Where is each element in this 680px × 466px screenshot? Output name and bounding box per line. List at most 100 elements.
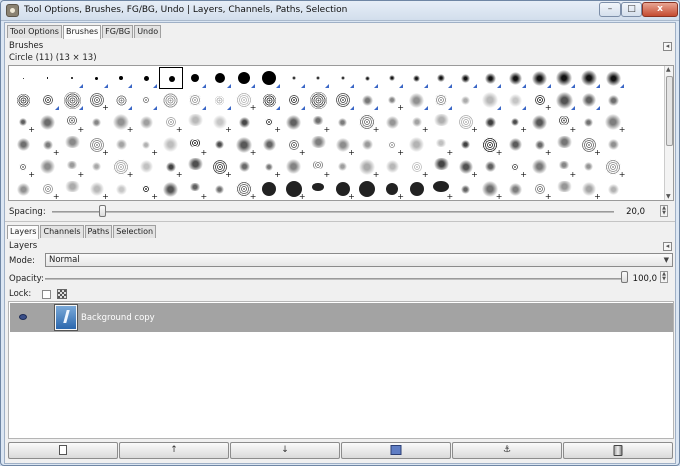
opacity-slider-track[interactable] — [45, 278, 625, 280]
brush-preview[interactable] — [601, 67, 625, 89]
spacing-slider-handle[interactable] — [98, 205, 106, 217]
brush-preview[interactable] — [528, 156, 552, 178]
brush-preview[interactable] — [134, 156, 158, 178]
brush-preview[interactable] — [454, 67, 478, 89]
brush-preview[interactable] — [380, 67, 404, 89]
brush-preview[interactable] — [478, 67, 502, 89]
brush-preview[interactable]: + — [355, 156, 379, 178]
brush-preview[interactable]: + — [380, 178, 404, 200]
raise-layer-button[interactable]: ↑ — [119, 442, 229, 459]
brush-preview[interactable]: + — [134, 178, 158, 200]
brush-preview[interactable]: + — [232, 178, 256, 200]
brush-preview[interactable]: + — [503, 111, 527, 134]
tab-undo[interactable]: Undo — [134, 25, 162, 38]
brush-preview[interactable] — [355, 134, 379, 156]
opacity-spin-icon[interactable]: ▲ ▼ — [660, 271, 668, 283]
brush-preview[interactable] — [257, 67, 281, 89]
brush-preview[interactable]: + — [478, 178, 502, 200]
brush-preview[interactable] — [11, 178, 35, 200]
brush-preview[interactable]: + — [85, 134, 109, 156]
brush-preview[interactable] — [183, 89, 207, 111]
brush-preview[interactable] — [36, 67, 60, 89]
brush-preview[interactable] — [183, 156, 207, 178]
brush-preview[interactable] — [208, 89, 232, 111]
tab-brushes[interactable]: Brushes — [62, 25, 102, 39]
brush-preview[interactable]: + — [601, 111, 625, 134]
brush-preview[interactable] — [552, 89, 576, 111]
brush-preview[interactable] — [36, 156, 60, 178]
brush-preview[interactable]: + — [282, 178, 306, 200]
brush-preview[interactable] — [257, 134, 281, 156]
brush-preview[interactable] — [109, 178, 133, 200]
brushes-panel-menu-icon[interactable]: ◂ — [663, 42, 672, 51]
brush-preview[interactable] — [503, 134, 527, 156]
brush-preview[interactable] — [577, 67, 601, 89]
brush-preview[interactable] — [60, 67, 84, 89]
brush-preview[interactable]: + — [183, 178, 207, 200]
brush-preview[interactable]: + — [405, 111, 429, 134]
brush-preview[interactable] — [85, 67, 109, 89]
brush-preview[interactable]: + — [454, 111, 478, 134]
brush-preview[interactable] — [232, 111, 256, 133]
brush-preview[interactable] — [577, 156, 601, 178]
brush-preview[interactable] — [208, 178, 232, 200]
spacing-slider-track[interactable] — [52, 211, 614, 213]
lock-alpha-icon[interactable] — [57, 289, 67, 299]
brush-preview[interactable]: + — [331, 134, 355, 156]
brush-preview[interactable] — [306, 134, 330, 156]
brush-preview[interactable] — [454, 134, 478, 156]
brush-preview[interactable] — [232, 67, 256, 89]
scroll-down-icon[interactable]: ▼ — [666, 193, 671, 200]
brush-preview[interactable]: + — [380, 134, 404, 156]
brush-preview[interactable]: + — [405, 156, 429, 178]
brush-preview[interactable] — [552, 67, 576, 89]
brush-preview[interactable]: + — [208, 111, 232, 134]
brush-preview[interactable]: + — [36, 134, 60, 156]
brush-preview[interactable] — [503, 89, 527, 111]
brush-preview[interactable]: + — [355, 111, 379, 134]
brush-preview[interactable]: + — [429, 178, 453, 200]
new-layer-button[interactable] — [8, 442, 118, 459]
brush-preview[interactable] — [134, 89, 158, 111]
brush-preview[interactable] — [134, 111, 158, 133]
brush-preview[interactable] — [85, 111, 109, 133]
brush-preview[interactable] — [331, 156, 355, 178]
brush-preview[interactable] — [282, 111, 306, 133]
brush-preview[interactable] — [601, 178, 625, 200]
brush-preview[interactable]: + — [577, 134, 601, 156]
brush-preview[interactable] — [158, 67, 183, 89]
brush-preview[interactable] — [380, 111, 404, 133]
brush-preview[interactable] — [11, 67, 35, 89]
brush-preview[interactable] — [405, 67, 429, 89]
brush-preview[interactable]: + — [331, 178, 355, 200]
brush-preview[interactable]: + — [232, 89, 256, 112]
tab-fg-bg[interactable]: FG/BG — [102, 25, 134, 38]
brush-preview[interactable] — [134, 67, 158, 89]
brush-preview[interactable] — [85, 156, 109, 178]
layer-name[interactable]: Background copy — [81, 313, 155, 323]
brush-preview[interactable]: + — [159, 111, 183, 134]
brush-preview[interactable]: + — [60, 111, 84, 134]
anchor-layer-button[interactable]: ⚓ — [452, 442, 562, 459]
brush-preview[interactable] — [306, 67, 330, 89]
brush-preview[interactable] — [60, 178, 84, 200]
brush-preview[interactable] — [282, 67, 306, 89]
brush-preview[interactable]: + — [528, 134, 552, 156]
brush-preview[interactable]: + — [60, 156, 84, 178]
brush-preview[interactable] — [331, 89, 355, 111]
brush-preview[interactable] — [109, 67, 133, 89]
brush-preview[interactable] — [552, 134, 576, 156]
brush-preview[interactable] — [552, 178, 576, 200]
brush-preview[interactable]: + — [380, 89, 404, 112]
pane-divider[interactable] — [5, 221, 675, 222]
brush-preview[interactable]: + — [528, 178, 552, 200]
brush-preview[interactable] — [503, 67, 527, 89]
brush-preview[interactable] — [355, 89, 379, 111]
minimize-button[interactable]: – — [599, 2, 621, 17]
brush-preview[interactable] — [503, 178, 527, 200]
brush-preview[interactable] — [257, 89, 281, 111]
brush-preview[interactable] — [528, 111, 552, 133]
scroll-up-icon[interactable]: ▲ — [666, 66, 671, 73]
mode-select[interactable]: Normal ▼ — [45, 253, 673, 267]
brush-preview[interactable] — [429, 67, 453, 89]
